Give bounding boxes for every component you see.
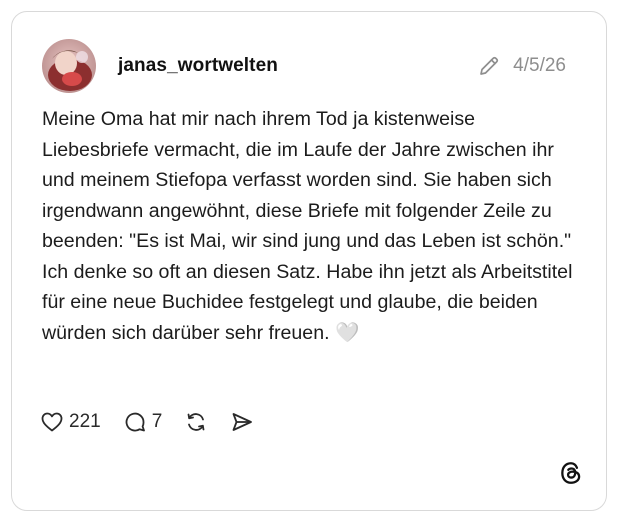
like-count: 221 <box>69 411 101 432</box>
comment-icon <box>125 412 145 432</box>
share-button[interactable] <box>230 410 254 434</box>
post-header: janas_wortwelten 4/5/26 <box>42 38 566 94</box>
username[interactable]: janas_wortwelten <box>118 55 278 77</box>
like-button[interactable]: 221 <box>40 410 101 434</box>
send-icon <box>232 413 253 431</box>
heart-icon <box>41 412 63 432</box>
repost-icon <box>187 413 205 431</box>
post-meta: 4/5/26 <box>477 54 566 78</box>
action-bar: 221 7 <box>40 408 276 436</box>
post-card: janas_wortwelten 4/5/26 Meine Oma hat mi… <box>11 11 607 511</box>
post-date: 4/5/26 <box>513 55 566 76</box>
threads-logo-icon[interactable] <box>558 460 584 486</box>
repost-button[interactable] <box>184 410 208 434</box>
pencil-icon <box>480 56 499 75</box>
avatar-image <box>42 39 96 93</box>
post-body-text: Meine Oma hat mir nach ihrem Tod ja kist… <box>42 108 573 344</box>
reply-button[interactable]: 7 <box>123 410 163 434</box>
reply-count: 7 <box>151 411 163 432</box>
avatar[interactable] <box>42 39 96 93</box>
